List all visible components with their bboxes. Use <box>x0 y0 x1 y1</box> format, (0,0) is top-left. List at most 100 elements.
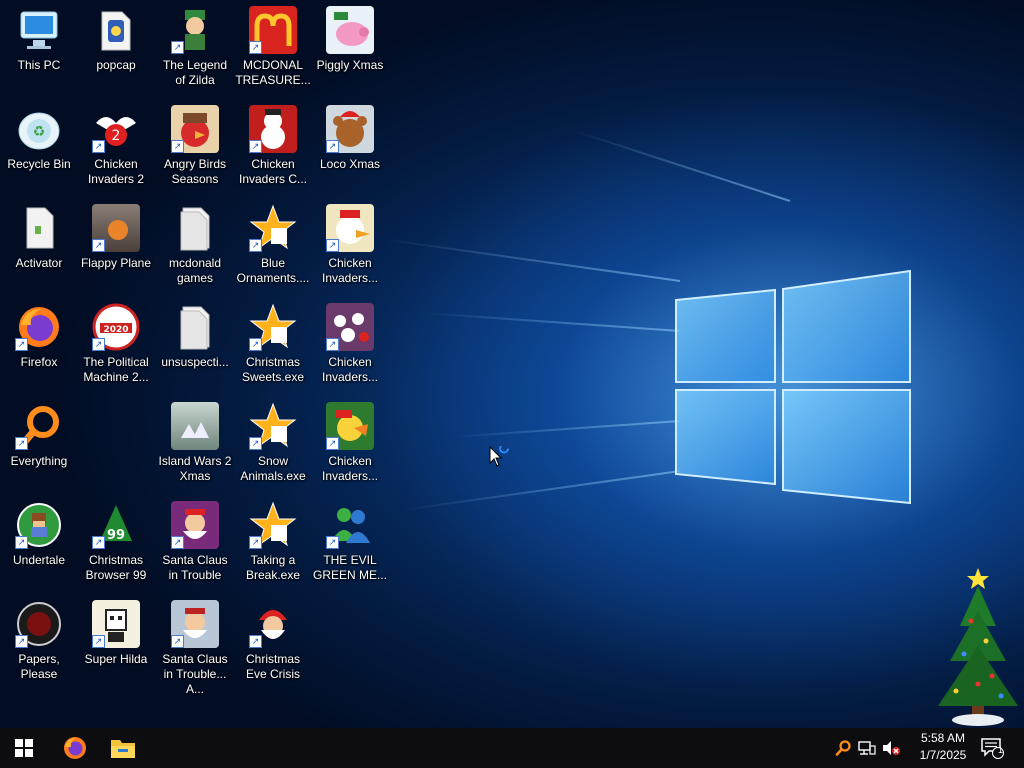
desktop-icon-loco-xmas[interactable]: ↗ Loco Xmas <box>312 99 388 195</box>
icon-label: Flappy Plane <box>80 256 152 270</box>
icon-label: Christmas Eve Crisis <box>245 652 300 681</box>
tray-network-icon[interactable] <box>858 739 876 757</box>
shortcut-arrow-icon: ↗ <box>15 536 28 549</box>
desktop-icon-papers-please[interactable]: ↗ Papers, Please <box>1 594 77 690</box>
shortcut-arrow-icon: ↗ <box>326 140 339 153</box>
desktop-icon-undertale[interactable]: ↗ Undertale <box>1 495 77 591</box>
desktop-icon-angry-birds-seasons[interactable]: ↗ Angry Birds Seasons <box>157 99 233 195</box>
shortcut-arrow-icon: ↗ <box>171 635 184 648</box>
desktop-icon-snow-animals[interactable]: ↗ Snow Animals.exe <box>235 396 311 492</box>
chicken-icon: ↗ <box>326 204 374 252</box>
icon-label: Santa Claus in Trouble... A... <box>162 652 228 696</box>
desktop-icon-recycle-bin[interactable]: ♻ Recycle Bin <box>1 99 77 195</box>
undertale-icon: ↗ <box>15 501 63 549</box>
desktop-icon-firefox[interactable]: ↗ Firefox <box>1 297 77 393</box>
shortcut-arrow-icon: ↗ <box>326 437 339 450</box>
desktop-icon-chicken-invaders-c[interactable]: ↗ Chicken Invaders C... <box>235 99 311 195</box>
exe-star-icon: ↗ <box>249 204 297 252</box>
shortcut-arrow-icon: ↗ <box>92 635 105 648</box>
desktop-icon-mcdonald-games[interactable]: mcdonald games <box>157 198 233 294</box>
pc-icon <box>15 6 63 54</box>
icon-label: unsuspecti... <box>161 355 229 369</box>
desktop-icon-taking-a-break[interactable]: ↗ Taking a Break.exe <box>235 495 311 591</box>
icon-label: MCDONAL TREASURE... <box>235 58 311 87</box>
icon-label: Christmas Sweets.exe <box>241 355 305 384</box>
desktop-icon-santa-claus-in-trouble[interactable]: ↗ Santa Claus in Trouble <box>157 495 233 591</box>
desktop-icon-evil-green-me[interactable]: ↗ THE EVIL GREEN ME... <box>312 495 388 591</box>
notification-count-badge: 1 <box>997 745 1003 755</box>
shortcut-arrow-icon: ↗ <box>249 239 262 252</box>
messenger-icon: ↗ <box>326 501 374 549</box>
icon-label: Santa Claus in Trouble <box>162 553 228 582</box>
icon-label: The Legend of Zilda <box>162 58 228 87</box>
exe-star-icon: ↗ <box>249 402 297 450</box>
action-center-button[interactable]: 1 <box>968 728 1016 768</box>
icon-label: This PC <box>17 58 61 72</box>
tray-volume-muted-icon[interactable] <box>882 739 900 757</box>
icon-label: Everything <box>10 454 68 468</box>
desktop-icon-christmas-sweets[interactable]: ↗ Christmas Sweets.exe <box>235 297 311 393</box>
tray-everything-search-icon[interactable] <box>834 739 852 757</box>
desktop-icon-political-machine[interactable]: 2020 ↗ The Political Machine 2... <box>78 297 154 393</box>
shortcut-arrow-icon: ↗ <box>15 437 28 450</box>
desktop-icon-piggly-xmas[interactable]: Piggly Xmas <box>312 0 388 96</box>
shortcut-arrow-icon: ↗ <box>249 437 262 450</box>
chicken-icon: 2 ↗ <box>92 105 140 153</box>
folder-icon <box>171 303 219 351</box>
firefox-icon <box>64 737 86 759</box>
desktop-icon-chicken-invaders-b[interactable]: ↗ Chicken Invaders... <box>312 297 388 393</box>
pixel-game-icon: ↗ <box>92 600 140 648</box>
file-icon <box>15 204 63 252</box>
shortcut-arrow-icon: ↗ <box>171 140 184 153</box>
icon-label: Angry Birds Seasons <box>163 157 227 186</box>
desktop-icon-legend-of-zilda[interactable]: ↗ The Legend of Zilda <box>157 0 233 96</box>
start-button[interactable] <box>0 728 48 768</box>
shortcut-arrow-icon: ↗ <box>171 41 184 54</box>
santa-icon: ↗ <box>249 600 297 648</box>
desktop-icon-unsuspecti[interactable]: unsuspecti... <box>157 297 233 393</box>
taskbar-firefox-button[interactable] <box>51 728 99 768</box>
taskbar-clock[interactable]: 5:58 AM 1/7/2025 <box>910 730 976 764</box>
desktop-icon-super-hilda[interactable]: ↗ Super Hilda <box>78 594 154 690</box>
shortcut-arrow-icon: ↗ <box>92 536 105 549</box>
desktop-icon-flappy-plane[interactable]: ↗ Flappy Plane <box>78 198 154 294</box>
desktop-icon-christmas-eve-crisis[interactable]: ↗ Christmas Eve Crisis <box>235 594 311 690</box>
desktop-icon-this-pc[interactable]: This PC <box>1 0 77 96</box>
christmas-tree-decoration-icon <box>938 568 1018 726</box>
icon-label: popcap <box>96 58 136 72</box>
search-magnifier-icon: ↗ <box>15 402 63 450</box>
icon-label: Undertale <box>12 553 66 567</box>
desktop-icon-everything[interactable]: ↗ Everything <box>1 396 77 492</box>
shortcut-arrow-icon: ↗ <box>249 338 262 351</box>
folder-icon <box>171 204 219 252</box>
desktop-icon-christmas-browser-99[interactable]: 99 ↗ Christmas Browser 99 <box>78 495 154 591</box>
shortcut-arrow-icon: ↗ <box>92 338 105 351</box>
desktop-icon-popcap[interactable]: popcap <box>78 0 154 96</box>
shortcut-arrow-icon: ↗ <box>15 338 28 351</box>
pig-icon <box>326 6 374 54</box>
desktop-icon-mcdonal-treasure[interactable]: ↗ MCDONAL TREASURE... <box>235 0 311 96</box>
recycle-bin-icon: ♻ <box>15 105 63 153</box>
desktop-icon-chicken-invaders-a[interactable]: ↗ Chicken Invaders... <box>312 198 388 294</box>
shortcut-arrow-icon: ↗ <box>249 635 262 648</box>
desktop-icon-island-wars-2-xmas[interactable]: Island Wars 2 Xmas <box>157 396 233 492</box>
icon-label: Activator <box>15 256 63 270</box>
icon-label: Recycle Bin <box>7 157 71 171</box>
icon-label: Loco Xmas <box>319 157 381 171</box>
svg-text:99: 99 <box>107 528 125 543</box>
desktop-icon-blue-ornaments[interactable]: ↗ Blue Ornaments.... <box>235 198 311 294</box>
exe-star-icon: ↗ <box>249 501 297 549</box>
desktop-background[interactable]: This PC ♻ Recycle Bin Activator ↗ Firefo… <box>0 0 1024 728</box>
mcdonalds-icon: ↗ <box>249 6 297 54</box>
desktop-icon-activator[interactable]: Activator <box>1 198 77 294</box>
desktop-icon-santa-claus-in-trouble-a[interactable]: ↗ Santa Claus in Trouble... A... <box>157 594 233 696</box>
system-tray <box>834 728 900 768</box>
desktop-icon-chicken-invaders-c2[interactable]: ↗ Chicken Invaders... <box>312 396 388 492</box>
shortcut-arrow-icon: ↗ <box>326 239 339 252</box>
chicken-icon: ↗ <box>326 303 374 351</box>
papers-please-icon: ↗ <box>15 600 63 648</box>
shortcut-arrow-icon: ↗ <box>171 536 184 549</box>
folder-icon <box>92 6 140 54</box>
taskbar-file-explorer-button[interactable] <box>99 728 147 768</box>
desktop-icon-chicken-invaders-2[interactable]: 2 ↗ Chicken Invaders 2 <box>78 99 154 195</box>
